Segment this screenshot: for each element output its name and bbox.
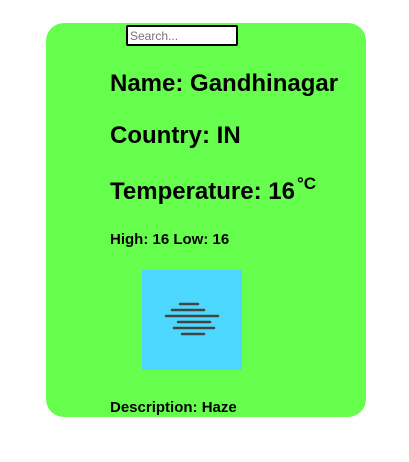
temperature-label: Temperature: [110,178,262,205]
high-label: High: [110,231,149,248]
temperature-unit: °C [296,174,317,193]
description-label: Description: [110,399,198,416]
weather-icon-box [142,270,242,370]
high-value: 16 [152,231,170,248]
search-input[interactable] [126,25,238,46]
temperature-value: 16 [268,178,295,205]
country: Country: IN [110,122,241,150]
low-label: Low: [173,231,209,248]
high-low: High: 16 Low: 16 [110,231,229,248]
country-label: Country: [110,122,210,149]
name-value: Gandhinagar [190,70,339,97]
low-value: 16 [212,231,230,248]
description: Description: Haze [110,399,237,416]
haze-icon [164,302,220,336]
description-value: Haze [201,399,237,416]
name-label: Name: [110,70,184,97]
city-name: Name: Gandhinagar [110,70,338,98]
temperature: Temperature: 16 °C [110,174,316,206]
country-value: IN [216,122,241,149]
